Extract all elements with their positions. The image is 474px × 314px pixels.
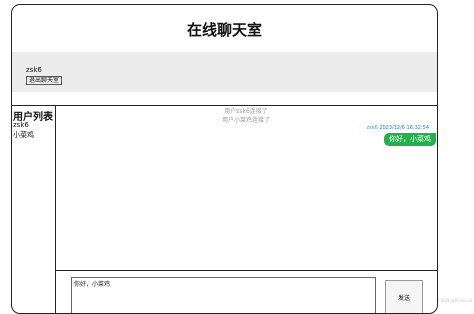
message-meta: zsk6 2023/12/6 16:32:54 (366, 125, 429, 131)
system-message: 用户zsk6连接了 (224, 108, 268, 115)
message-sender: zsk6 (366, 125, 378, 131)
user-bar: zsk6 退出聊天室 (12, 52, 437, 92)
system-message: 用户小菜鸡连接了 (221, 117, 270, 124)
user-list-item[interactable]: zsk6 (13, 121, 29, 129)
divider (55, 270, 437, 271)
chat-window: 在线聊天室 zsk6 退出聊天室 用户列表 zsk6 小菜鸡 用户zsk6连接了… (11, 4, 438, 314)
page-title: 在线聊天室 (186, 21, 262, 39)
current-username: zsk6 (26, 66, 42, 74)
message-input[interactable]: 你好，小菜鸡 (71, 277, 376, 313)
send-button[interactable]: 发送 (385, 280, 423, 313)
user-list-item[interactable]: 小菜鸡 (13, 130, 34, 140)
watermark: CSDN @Hiiiiiiiiiiiii (437, 298, 472, 303)
message-time: 2023/12/6 16:32:54 (379, 125, 429, 131)
divider (55, 105, 56, 313)
message-bubble: 你好，小菜鸡 (384, 133, 436, 146)
logout-button[interactable]: 退出聊天室 (26, 76, 63, 85)
